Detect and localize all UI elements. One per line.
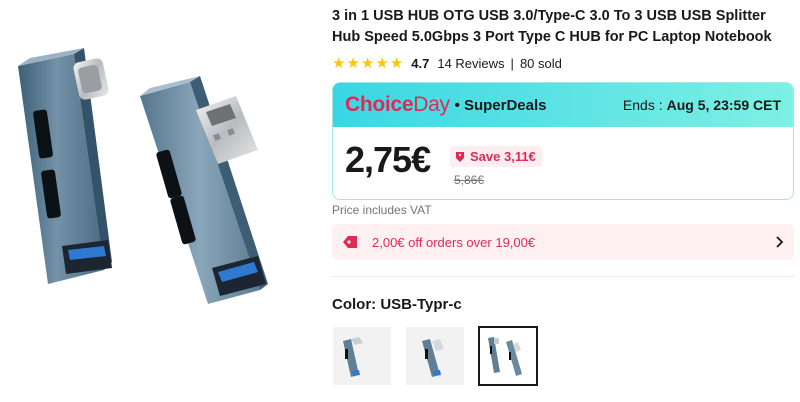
vat-note: Price includes VAT (332, 203, 432, 217)
promo-header: ChoiceDay • SuperDeals Ends : Aug 5, 23:5… (333, 83, 793, 127)
promo-countdown: Ends : Aug 5, 23:59 CET (622, 97, 781, 113)
rating-value: 4.7 (411, 55, 430, 71)
chevron-right-icon[interactable] (774, 236, 784, 248)
down-arrow-tag-icon (456, 151, 464, 162)
product-title: 3 in 1 USB HUB OTG USB 3.0/Type-C 3.0 To… (332, 8, 772, 45)
star-icon: ★ (375, 54, 389, 72)
price-row: 2,75€ Save 3,11€ 5,86€ (333, 127, 793, 199)
color-option-2[interactable] (405, 326, 465, 386)
color-option-1[interactable] (332, 326, 392, 386)
star-icon: ★ (332, 54, 346, 72)
original-price: 5,86€ (454, 173, 485, 187)
separator: | (510, 55, 514, 71)
sale-price: 2,75€ (345, 139, 431, 180)
sold-count: 80 sold (519, 55, 562, 71)
color-label: Color: USB-Typr-c (332, 296, 462, 313)
promo-dot: • (454, 96, 460, 114)
divider (332, 276, 794, 277)
tag-icon (343, 236, 357, 248)
choice-day-logo: ChoiceDay (345, 93, 450, 116)
product-image[interactable] (0, 0, 322, 360)
coupon-text: 2,00€ off orders over 19,00€ (372, 234, 536, 250)
rating-row[interactable]: ★ ★ ★ ★ ★ 4.7 14 Reviews | 80 sold (332, 54, 562, 72)
usb-hub-photo (18, 48, 268, 304)
rating-stars: ★ ★ ★ ★ ★ (332, 56, 403, 71)
star-icon: ★ (360, 54, 375, 72)
usb-hub-thumb-icon (422, 339, 444, 377)
coupon-banner[interactable]: 2,00€ off orders over 19,00€ (332, 224, 794, 260)
star-icon: ★ (346, 54, 360, 72)
usb-hub-thumb-icon (343, 337, 363, 377)
color-options (332, 326, 538, 386)
reviews-link[interactable]: 14 Reviews (437, 56, 504, 71)
save-badge: Save 3,11€ (450, 146, 542, 167)
product-details: 3 in 1 USB HUB OTG USB 3.0/Type-C 3.0 To… (332, 0, 800, 402)
star-icon: ★ (389, 54, 404, 72)
color-option-3[interactable] (478, 326, 538, 386)
superdeals-label: SuperDeals (463, 96, 547, 114)
usb-hub-thumb-icon (488, 337, 522, 376)
choice-day-promo: ChoiceDay • SuperDeals Ends : Aug 5, 23:5… (332, 82, 794, 200)
